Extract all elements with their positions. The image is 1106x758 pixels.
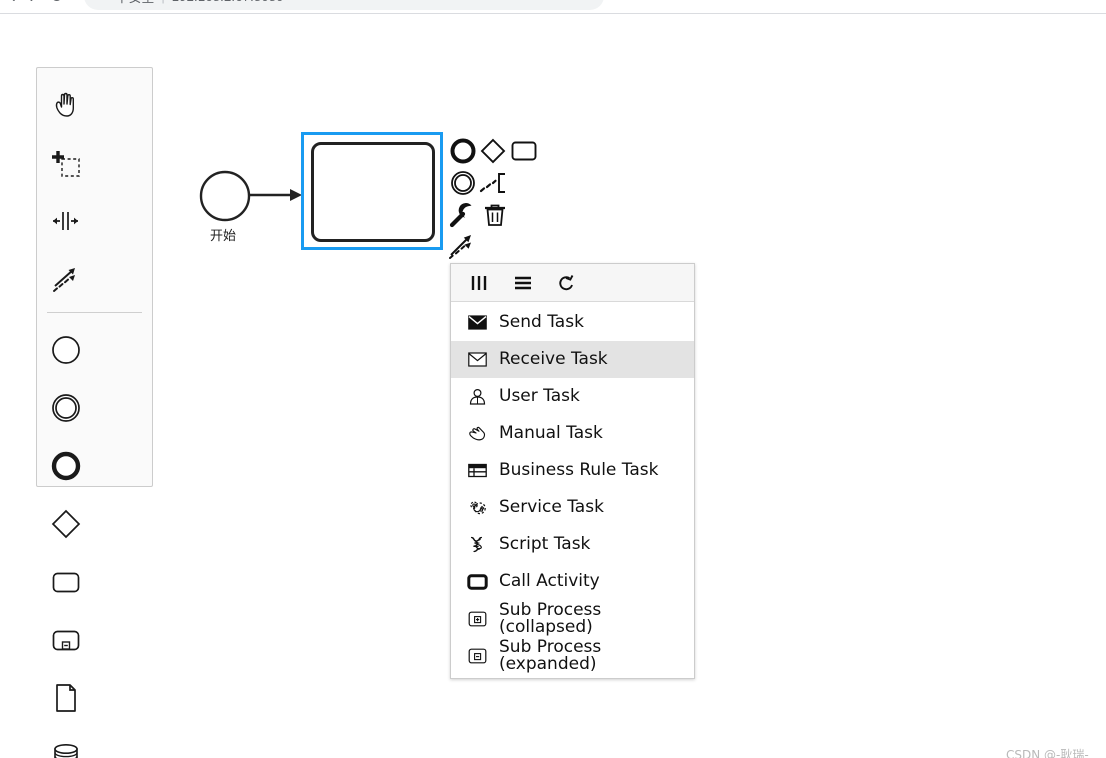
security-label: 不安全	[115, 0, 154, 6]
append-intermediate-event-icon[interactable]	[449, 169, 477, 197]
palette-tools-group	[37, 76, 152, 308]
menu-item-label: User Task	[499, 386, 580, 406]
palette-item-task[interactable]	[37, 553, 95, 611]
palette-item-space-tool[interactable]	[37, 192, 95, 250]
task-icon	[52, 572, 80, 593]
delete-trash-icon[interactable]	[481, 201, 509, 229]
palette-item-hand-tool[interactable]	[37, 76, 95, 134]
bpmn-palette	[36, 67, 153, 758]
menu-item-sub-process-expanded[interactable]: Sub Process (expanded)	[451, 637, 694, 674]
sub-process-expanded-icon	[467, 648, 488, 664]
append-gateway-icon[interactable]	[479, 137, 507, 165]
palette-shapes-group	[37, 321, 152, 758]
reload-icon[interactable]: ↻	[49, 0, 63, 5]
task-shape[interactable]	[311, 142, 435, 242]
data-store-icon	[54, 744, 78, 758]
address-bar[interactable]: ⚠ 不安全 | 192.168.2.67:8080	[83, 0, 604, 10]
expanded-subprocess-icon	[52, 630, 80, 651]
menu-item-label: Service Task	[499, 497, 604, 517]
change-type-wrench-icon[interactable]	[449, 201, 477, 229]
intermediate-event-icon	[52, 394, 80, 422]
palette-item-end-event[interactable]	[37, 437, 95, 495]
csdn-watermark: CSDN @-耿瑞-	[1006, 748, 1089, 758]
start-event-icon	[52, 336, 80, 364]
bpmn-canvas[interactable]: 开始 Send Task Receive Task User Task Manu…	[0, 14, 1106, 758]
gateway-icon	[51, 509, 81, 539]
menu-item-call-activity[interactable]: Call Activity	[451, 563, 694, 600]
sequential-multi-instance-icon[interactable]	[513, 274, 533, 292]
start-event-shape[interactable]	[199, 170, 251, 222]
menu-item-business-rule-task[interactable]: Business Rule Task	[451, 452, 694, 489]
replace-menu-list: Send Task Receive Task User Task Manual …	[451, 302, 694, 678]
space-tool-icon	[53, 212, 78, 230]
append-text-annotation-icon[interactable]	[479, 169, 509, 197]
menu-item-manual-task[interactable]: Manual Task	[451, 415, 694, 452]
user-task-icon	[467, 388, 488, 405]
palette-item-global-connect-tool[interactable]	[37, 250, 95, 308]
url-text: 192.168.2.67:8080	[172, 0, 284, 4]
palette-divider	[47, 312, 142, 313]
connect-tool-icon[interactable]	[449, 231, 479, 259]
selected-task-selection-box[interactable]	[301, 132, 443, 250]
not-secure-icon[interactable]: ⚠	[98, 0, 109, 3]
palette-item-intermediate-event[interactable]	[37, 379, 95, 437]
call-activity-icon	[467, 573, 488, 590]
menu-item-service-task[interactable]: Service Task	[451, 489, 694, 526]
palette-item-expanded-subprocess[interactable]	[37, 611, 95, 669]
replace-menu-header	[451, 264, 694, 302]
palette-item-data-object[interactable]	[37, 669, 95, 727]
data-object-icon	[56, 684, 76, 712]
palette-item-start-event[interactable]	[37, 321, 95, 379]
bpmn-modeler-page: ‹ › ↻ ⚠ 不安全 | 192.168.2.67:8080	[0, 0, 1106, 758]
back-arrow-icon[interactable]: ‹	[10, 0, 16, 5]
browser-toolbar: ‹ › ↻ ⚠ 不安全 | 192.168.2.67:8080	[0, 0, 1106, 14]
business-rule-task-icon	[467, 463, 488, 478]
palette-item-lasso-tool[interactable]	[37, 134, 95, 192]
hand-tool-icon	[55, 92, 74, 117]
append-task-icon[interactable]	[510, 139, 538, 163]
menu-item-label: Receive Task	[499, 349, 608, 369]
send-task-icon	[467, 315, 488, 330]
menu-item-label: Business Rule Task	[499, 460, 659, 480]
menu-item-label: Send Task	[499, 312, 584, 332]
manual-task-icon	[467, 425, 488, 442]
service-task-icon	[467, 499, 488, 517]
replace-type-menu: Send Task Receive Task User Task Manual …	[450, 263, 695, 679]
palette-item-exclusive-gateway[interactable]	[37, 495, 95, 553]
address-separator: |	[161, 0, 164, 4]
menu-item-sub-process-collapsed[interactable]: Sub Process (collapsed)	[451, 600, 694, 637]
menu-item-user-task[interactable]: User Task	[451, 378, 694, 415]
script-task-icon	[467, 536, 488, 553]
lasso-tool-icon	[52, 151, 80, 177]
global-connect-tool-icon	[53, 268, 75, 292]
menu-item-label: Sub Process (expanded)	[499, 636, 602, 674]
menu-item-send-task[interactable]: Send Task	[451, 304, 694, 341]
sub-process-collapsed-icon	[467, 611, 488, 627]
start-event-label: 开始	[209, 229, 236, 244]
forward-arrow-icon[interactable]: ›	[30, 0, 36, 5]
menu-item-label: Script Task	[499, 534, 591, 554]
menu-item-label: Manual Task	[499, 423, 603, 443]
menu-item-script-task[interactable]: Script Task	[451, 526, 694, 563]
receive-task-icon	[467, 352, 488, 367]
context-pad	[449, 137, 541, 259]
loop-icon[interactable]	[557, 274, 577, 292]
palette-item-data-store[interactable]	[37, 727, 95, 758]
menu-item-label: Sub Process (collapsed)	[499, 599, 602, 637]
menu-item-receive-task[interactable]: Receive Task	[451, 341, 694, 378]
parallel-multi-instance-icon[interactable]	[469, 274, 489, 292]
menu-item-label: Call Activity	[499, 571, 600, 591]
sequence-flow-connection[interactable]	[248, 179, 306, 211]
end-event-icon	[51, 451, 81, 481]
append-end-event-icon[interactable]	[449, 137, 477, 165]
